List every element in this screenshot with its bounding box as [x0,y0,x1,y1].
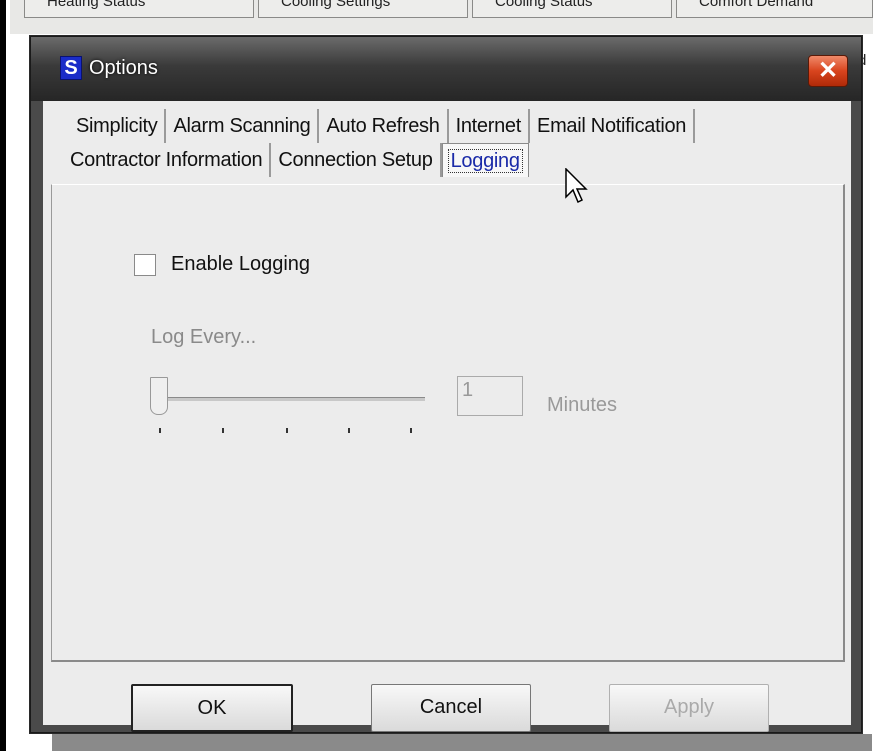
close-button[interactable]: ✕ [808,55,848,87]
slider-tick [410,428,412,433]
log-interval-slider-thumb[interactable] [150,377,168,415]
slider-tick [286,428,288,433]
tab-email-notification[interactable]: Email Notification [530,109,696,143]
close-icon: ✕ [817,57,839,84]
slider-tick [348,428,350,433]
dialog-title: Options [89,57,158,79]
tab-internet[interactable]: Internet [449,109,531,143]
dialog-client-area: Simplicity Alarm Scanning Auto Refresh I… [43,101,851,732]
interval-unit-label: Minutes [547,394,618,416]
tab-row-2: Contractor Information Connection Setup … [63,143,529,179]
bg-tab-comfort-demand[interactable]: Comfort Demand [676,0,873,18]
cancel-button[interactable]: Cancel [371,684,531,732]
tab-row-1: Simplicity Alarm Scanning Auto Refresh I… [69,109,696,145]
bg-tab-cooling-status[interactable]: Cooling Status [472,0,672,18]
tab-logging-label: Logging [447,149,523,173]
slider-tick [159,428,161,433]
enable-logging-checkbox[interactable] [134,254,156,276]
app-icon: S [60,56,82,80]
ok-button[interactable]: OK [131,684,293,732]
bg-tab-heating-status[interactable]: Heating Status [24,0,254,18]
slider-tick [222,428,224,433]
tab-alarm-scanning[interactable]: Alarm Scanning [166,109,320,143]
tab-contractor-information[interactable]: Contractor Information [63,143,272,177]
log-interval-slider-track[interactable] [161,397,425,401]
title-bar[interactable]: S Options ✕ [31,37,861,101]
dialog-shadow [52,734,872,751]
tab-simplicity[interactable]: Simplicity [69,109,167,143]
bg-tab-cooling-settings[interactable]: Cooling Settings [258,0,468,18]
enable-logging-label[interactable]: Enable Logging [171,253,310,276]
tab-connection-setup[interactable]: Connection Setup [271,143,442,177]
apply-button[interactable]: Apply [609,684,769,732]
mouse-pointer-icon [565,168,588,204]
tab-auto-refresh[interactable]: Auto Refresh [319,109,449,143]
tab-logging[interactable]: Logging [441,143,529,177]
background-tab-strip: Heating Status Cooling Settings Cooling … [10,0,873,34]
log-interval-field[interactable]: 1 [457,376,523,416]
log-every-label: Log Every... [151,326,257,348]
options-dialog: S Options ✕ Simplicity Alarm Scanning Au… [30,36,862,733]
